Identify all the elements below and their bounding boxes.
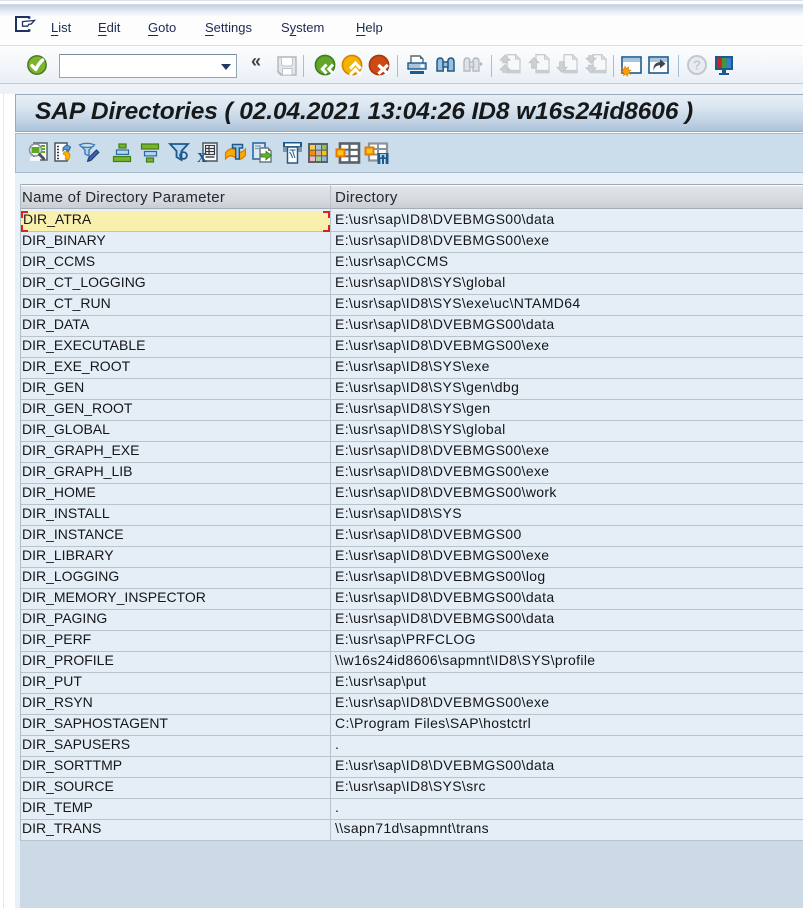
svg-text:X: X <box>197 151 207 166</box>
svg-text:?: ? <box>693 58 701 73</box>
